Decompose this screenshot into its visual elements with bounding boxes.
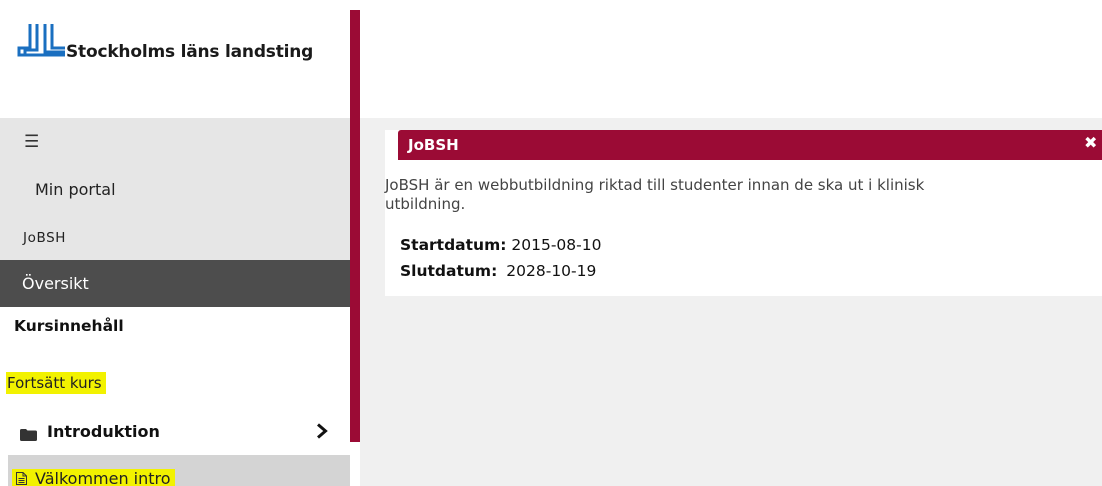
nav-item-oversikt-label: Översikt [22, 274, 89, 293]
course-content-heading: Kursinnehåll [14, 317, 124, 335]
card-header: JoBSH ✖ [398, 130, 1102, 160]
course-description: JoBSH är en webbutbildning riktad till s… [385, 176, 925, 213]
logo-text: Stockholms läns landsting [66, 42, 314, 62]
end-date-row: Slutdatum: 2028-10-19 [400, 262, 596, 280]
nav-item-oversikt[interactable]: Översikt [0, 260, 350, 307]
logo-area: Stockholms läns landsting [0, 0, 350, 118]
section-introduktion[interactable]: Introduktion [0, 414, 350, 454]
section-introduktion-label: Introduktion [47, 422, 160, 441]
end-date-value: 2028-10-19 [506, 262, 597, 280]
sll-logo-icon [17, 24, 65, 57]
sidebar-divider [350, 10, 360, 442]
nav-item-course[interactable]: JoBSH [23, 230, 66, 246]
valkommen-intro-label: Välkommen intro [35, 469, 171, 486]
close-icon[interactable]: ✖ [1084, 135, 1097, 151]
nav-menu: ☰ Min portal JoBSH [0, 118, 350, 260]
folder-icon [20, 429, 37, 441]
sidebar: Stockholms läns landsting ☰ Min portal J… [0, 0, 350, 486]
start-date-label: Startdatum: [400, 236, 507, 254]
chevron-right-icon[interactable] [315, 423, 329, 439]
nav-item-min-portal[interactable]: Min portal [35, 180, 116, 199]
valkommen-intro-link[interactable]: Välkommen intro [12, 469, 175, 486]
start-date-row: Startdatum: 2015-08-10 [400, 236, 601, 254]
list-item-valkommen-intro[interactable]: Välkommen intro [8, 455, 350, 486]
continue-course-link[interactable]: Fortsätt kurs [6, 372, 106, 394]
header-area [360, 0, 1102, 118]
start-date-value: 2015-08-10 [511, 236, 602, 254]
hamburger-icon[interactable]: ☰ [24, 134, 39, 151]
course-info-card: JoBSH ✖ JoBSH är en webbutbildning rikta… [385, 130, 1102, 296]
end-date-label: Slutdatum: [400, 262, 498, 280]
document-icon [16, 472, 27, 485]
card-title: JoBSH [408, 136, 459, 154]
